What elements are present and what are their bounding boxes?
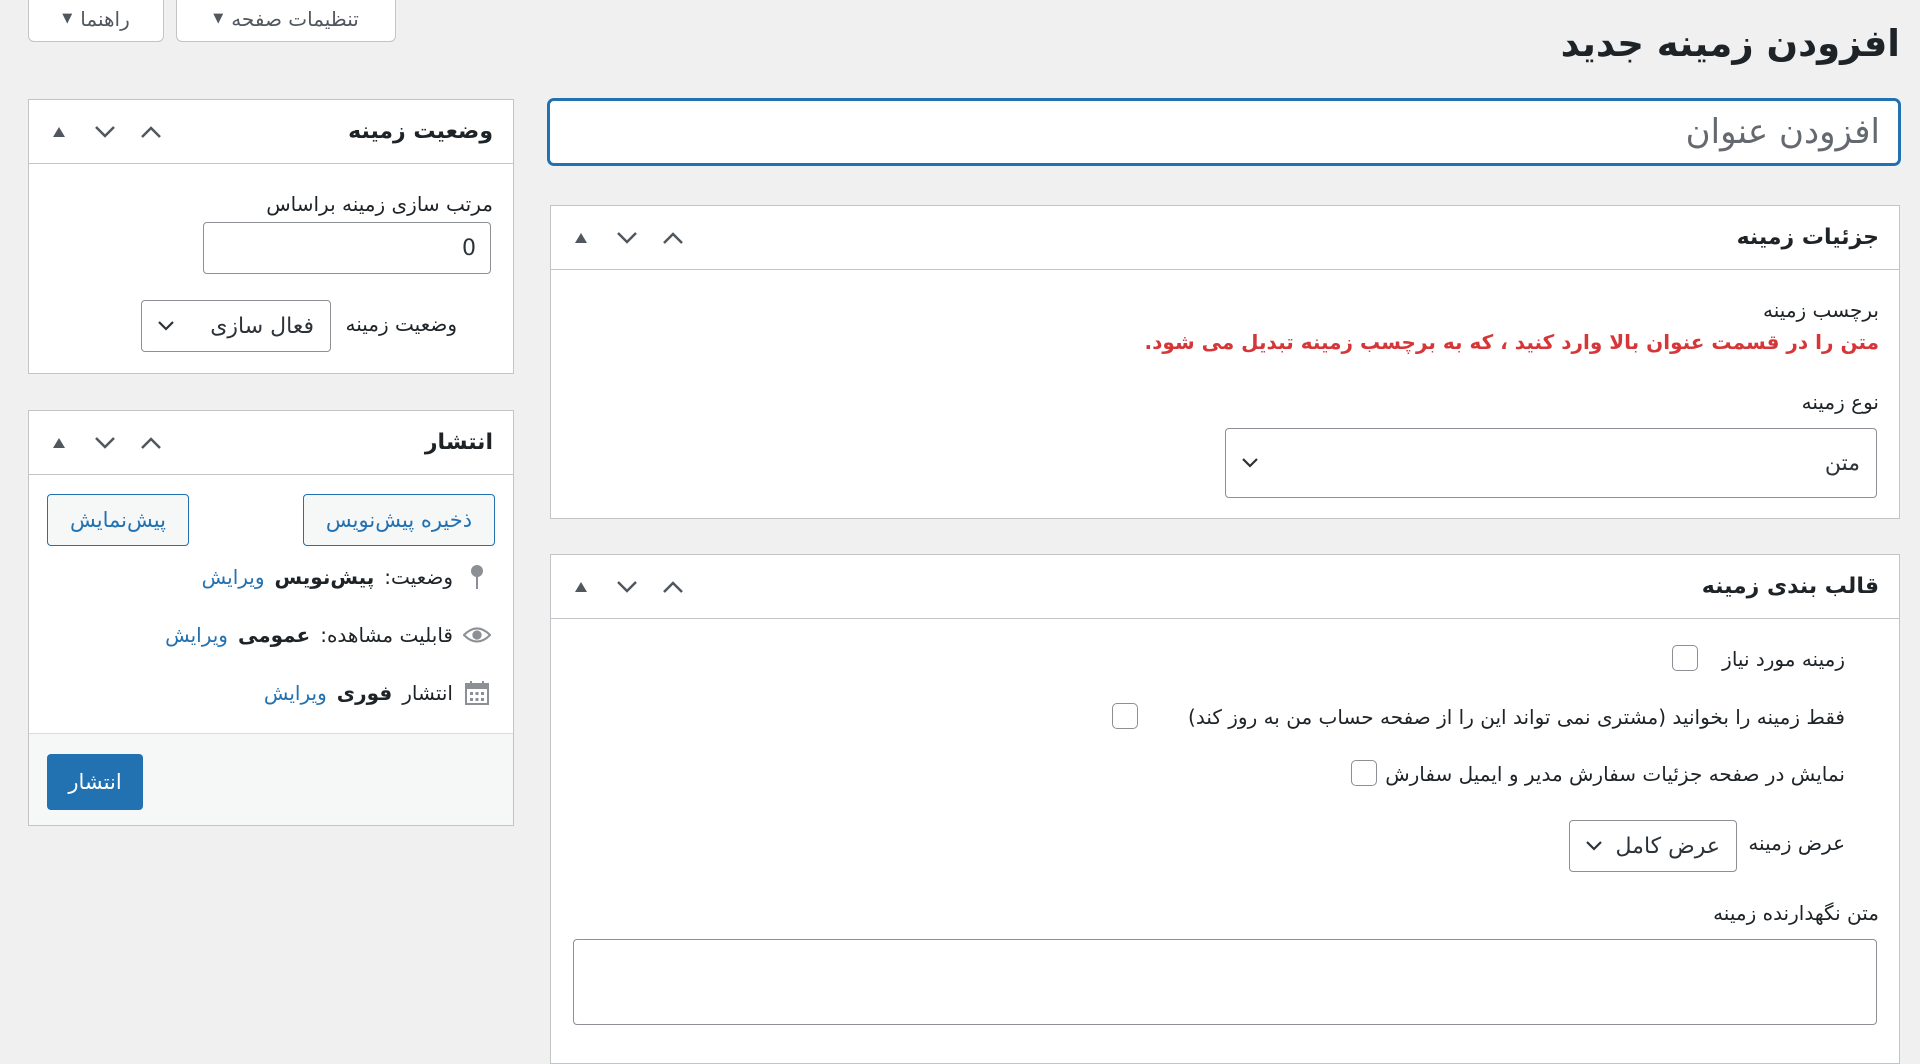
schedule-prefix: انتشار [402, 681, 453, 705]
field-width-value: عرض کامل [1615, 833, 1720, 859]
toggle-panel-icon[interactable] [569, 575, 593, 599]
sort-input[interactable] [203, 222, 491, 274]
box-controls [569, 206, 685, 270]
visibility-prefix: قابلیت مشاهده: [320, 623, 453, 647]
publish-actions: انتشار [29, 733, 513, 825]
chevron-down-icon [156, 320, 176, 332]
field-format-header: قالب بندی زمینه [551, 555, 1899, 619]
field-details-box: جزئیات زمینه برچسب زمینه متن را در قسمت … [550, 205, 1900, 519]
field-format-title: قالب بندی زمینه [1701, 574, 1879, 599]
field-type-select[interactable]: متن [1225, 428, 1877, 498]
field-status-select[interactable]: فعال سازی [141, 300, 331, 352]
preview-button[interactable]: پیش‌نمایش [47, 494, 189, 546]
box-controls [569, 555, 685, 619]
placeholder-heading: متن نگهدارنده زمینه [1713, 901, 1879, 925]
field-status-value: فعال سازی [210, 313, 314, 339]
toggle-panel-icon[interactable] [47, 431, 71, 455]
toggle-panel-icon[interactable] [569, 226, 593, 250]
help-label: راهنما [80, 6, 130, 31]
box-controls [47, 411, 163, 475]
schedule-value: فوری [336, 681, 393, 705]
chevron-up-icon[interactable] [139, 431, 163, 455]
field-label-heading: برچسب زمینه [1763, 298, 1879, 322]
chevron-down-icon[interactable] [615, 575, 639, 599]
publish-box: انتشار ذخیره پیش‌نویس پیش‌نمایش وضعیت: پ… [28, 410, 514, 826]
toggle-panel-icon[interactable] [47, 120, 71, 144]
calendar-icon [463, 679, 491, 707]
field-status-box: وضعیت زمینه مرتب سازی زمینه براساس وضعیت… [28, 99, 514, 374]
box-controls [47, 100, 163, 164]
edit-status-link[interactable]: ویرایش [202, 565, 265, 589]
chevron-up-icon[interactable] [661, 226, 685, 250]
required-label: زمینه مورد نیاز [1722, 647, 1845, 671]
readonly-checkbox[interactable] [1112, 703, 1138, 729]
chevron-down-icon [1240, 457, 1260, 469]
chevron-down-icon[interactable] [93, 120, 117, 144]
triangle-down-icon: ▼ [62, 11, 73, 26]
field-format-box: قالب بندی زمینه زمینه مورد نیاز فقط زمین… [550, 554, 1900, 1064]
visibility-value: عمومی [237, 623, 311, 647]
show-in-order-checkbox[interactable] [1351, 760, 1377, 786]
pin-icon [463, 563, 491, 591]
status-prefix: وضعیت: [384, 565, 453, 589]
field-status-label: وضعیت زمینه [345, 312, 457, 336]
chevron-up-icon[interactable] [661, 575, 685, 599]
title-input[interactable] [548, 99, 1900, 165]
field-status-title: وضعیت زمینه [348, 119, 493, 144]
post-status-row: وضعیت: پیش‌نویس ویرایش [202, 563, 491, 591]
field-type-value: متن [1824, 450, 1860, 476]
show-in-order-label: نمایش در صفحه جزئیات سفارش مدیر و ایمیل … [1385, 762, 1845, 786]
field-details-title: جزئیات زمینه [1736, 225, 1879, 250]
page-title: افزودن زمینه جدید [1560, 22, 1900, 65]
readonly-label: فقط زمینه را بخوانید (مشتری نمی تواند ای… [1188, 705, 1845, 729]
status-value: پیش‌نویس [274, 565, 375, 589]
schedule-row: انتشار فوری ویرایش [264, 679, 491, 707]
help-tab[interactable]: راهنما ▼ [28, 0, 164, 42]
eye-icon [463, 621, 491, 649]
required-checkbox[interactable] [1672, 645, 1698, 671]
field-width-select[interactable]: عرض کامل [1569, 820, 1737, 872]
chevron-down-icon [1584, 840, 1604, 852]
save-draft-button[interactable]: ذخیره پیش‌نویس [303, 494, 495, 546]
field-label-note: متن را در قسمت عنوان بالا وارد کنید ، که… [1144, 330, 1879, 354]
screen-options-label: تنظیمات صفحه [231, 6, 359, 31]
field-width-label: عرض زمینه [1748, 831, 1845, 855]
field-details-header: جزئیات زمینه [551, 206, 1899, 270]
sort-label: مرتب سازی زمینه براساس [266, 192, 493, 216]
publish-title: انتشار [424, 430, 493, 455]
edit-visibility-link[interactable]: ویرایش [165, 623, 228, 647]
chevron-down-icon[interactable] [93, 431, 117, 455]
visibility-row: قابلیت مشاهده: عمومی ویرایش [165, 621, 491, 649]
edit-schedule-link[interactable]: ویرایش [264, 681, 327, 705]
screen-options-tab[interactable]: تنظیمات صفحه ▼ [176, 0, 396, 42]
chevron-up-icon[interactable] [139, 120, 163, 144]
triangle-down-icon: ▼ [213, 11, 224, 26]
chevron-down-icon[interactable] [615, 226, 639, 250]
publish-button[interactable]: انتشار [47, 754, 143, 810]
field-type-heading: نوع زمینه [1801, 390, 1879, 414]
field-status-header: وضعیت زمینه [29, 100, 513, 164]
placeholder-textarea[interactable] [573, 939, 1877, 1025]
publish-header: انتشار [29, 411, 513, 475]
